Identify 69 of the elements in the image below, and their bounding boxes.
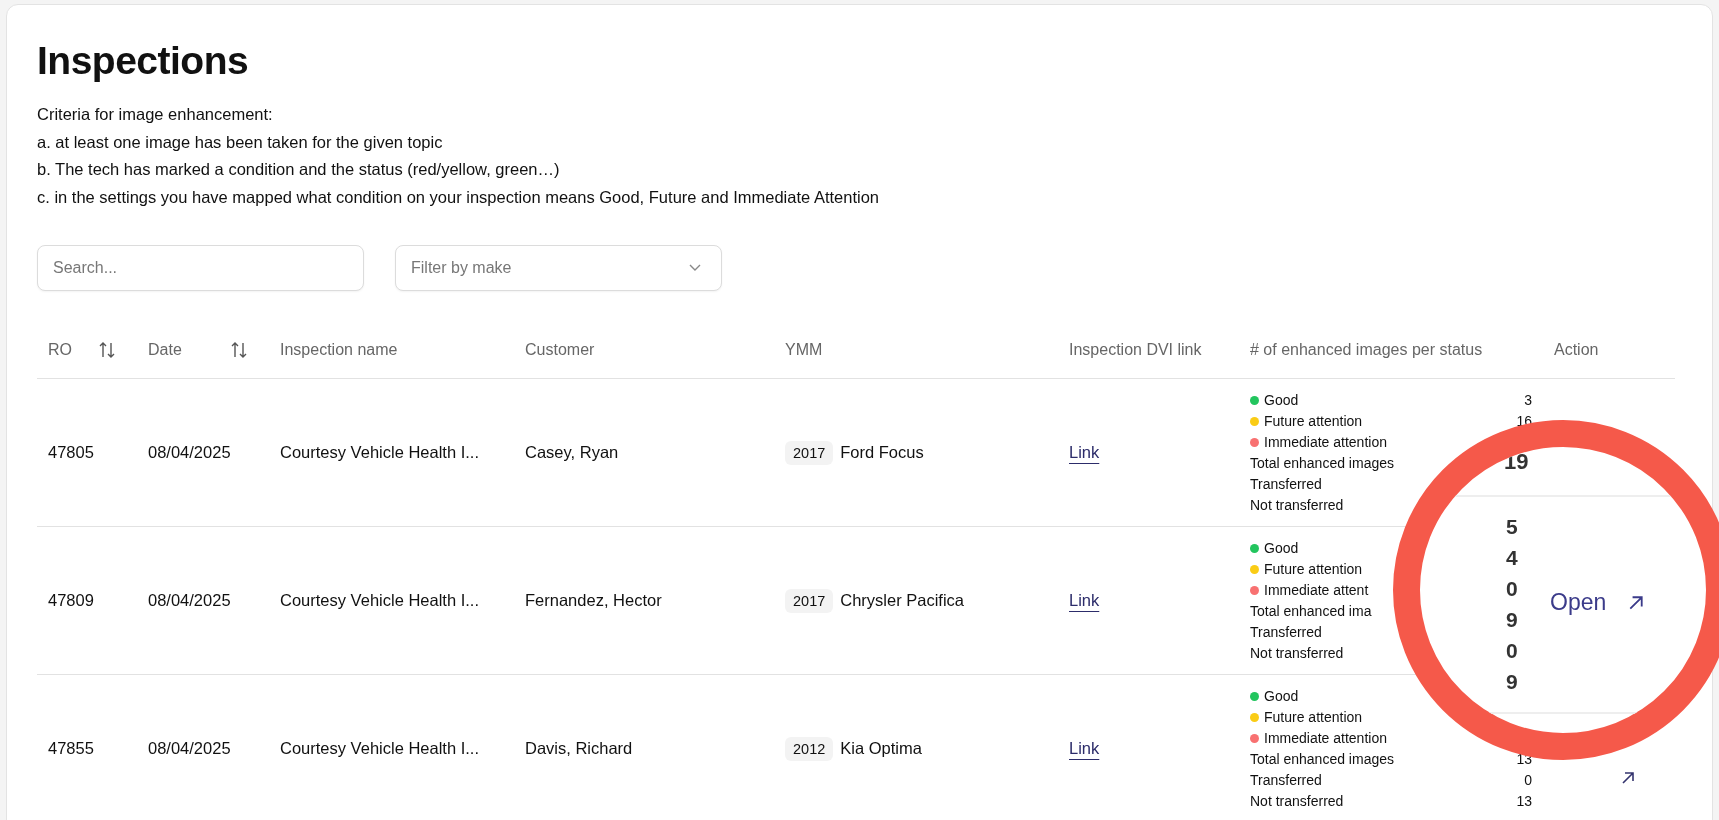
- magnified-count: 0: [1506, 638, 1518, 664]
- table-cell: 47809: [48, 591, 94, 609]
- column-header: RO: [48, 340, 72, 359]
- open-link[interactable]: Open: [1550, 589, 1645, 616]
- column-header: Date: [148, 340, 182, 359]
- column-header: # of enhanced images per status: [1250, 340, 1483, 359]
- magnified-count: 0: [1506, 576, 1518, 602]
- table-cell: 47855: [48, 739, 94, 757]
- year-badge: 2012: [785, 736, 834, 761]
- table-cell: Courtesy Vehicle Health I...: [280, 739, 479, 757]
- status-label: Immediate attent: [1264, 580, 1369, 600]
- magnified-count: 5: [1506, 514, 1518, 540]
- magnified-count: 9: [1506, 669, 1518, 695]
- dvi-link[interactable]: Link: [1069, 739, 1100, 757]
- status-label: Good: [1264, 538, 1299, 558]
- status-label: Good: [1264, 390, 1299, 410]
- page-title: Inspections: [37, 38, 250, 84]
- status-count: 13: [1516, 791, 1532, 811]
- criteria-text: c. in the settings you have mapped what condition on your inspection means Good, Future and Immediate Attention: [37, 186, 880, 208]
- search-field[interactable]: Search...: [37, 245, 364, 291]
- status-label: Total enhanced images: [1250, 749, 1394, 769]
- table-cell: Fernandez, Hector: [525, 591, 662, 609]
- status-label: Future attention: [1264, 707, 1363, 727]
- arrow-up-right-icon: [1628, 594, 1645, 611]
- status-count: 0: [1524, 770, 1532, 790]
- table-cell: Chrysler Pacifica: [840, 591, 965, 610]
- magnified-count: 4: [1506, 545, 1518, 571]
- year-badge: 2017: [785, 440, 834, 465]
- table-cell: 08/04/2025: [148, 591, 231, 609]
- dvi-link[interactable]: Link: [1069, 591, 1100, 609]
- table-cell: Davis, Richard: [525, 739, 633, 757]
- status-label: Total enhanced images: [1250, 453, 1394, 473]
- sort-icon[interactable]: [98, 340, 116, 359]
- status-label: Future attention: [1264, 411, 1363, 431]
- table-cell: Courtesy Vehicle Health I...: [280, 443, 479, 461]
- criteria-text: b. The tech has marked a condition and the status (red/yellow, green…): [37, 159, 561, 180]
- status-label: Total enhanced ima: [1250, 601, 1372, 621]
- column-header: Action: [1554, 340, 1599, 359]
- criteria-text: a. at least one image has been taken for the given topic: [37, 131, 444, 153]
- status-label: Transferred: [1250, 622, 1322, 642]
- table-cell: 47805: [48, 443, 94, 461]
- table-cell: Courtesy Vehicle Health I...: [280, 591, 479, 609]
- table-cell: Kia Optima: [840, 739, 922, 758]
- column-header: YMM: [785, 340, 823, 359]
- status-label: Not transferred: [1250, 791, 1344, 811]
- status-label: Transferred: [1250, 770, 1322, 790]
- column-header: Inspection DVI link: [1069, 340, 1202, 359]
- dvi-link[interactable]: Link: [1069, 443, 1100, 461]
- magnified-count: 9: [1506, 607, 1518, 633]
- arrow-up-right-icon[interactable]: [1621, 770, 1635, 785]
- sort-icon[interactable]: [230, 340, 248, 359]
- status-count: 3: [1524, 390, 1532, 410]
- criteria-text: Criteria for image enhancement:: [37, 104, 274, 125]
- make-dropdown[interactable]: Filter by make: [395, 245, 722, 291]
- table-cell: Ford Focus: [840, 443, 924, 462]
- column-header: Inspection name: [280, 340, 398, 359]
- status-label: Transferred: [1250, 474, 1322, 494]
- status-label: Not transferred: [1250, 495, 1344, 515]
- table-cell: 08/04/2025: [148, 739, 231, 757]
- year-badge: 2017: [785, 588, 834, 613]
- chevron-down-icon: [689, 264, 701, 272]
- status-label: Good: [1264, 686, 1299, 706]
- column-header: Customer: [525, 340, 595, 359]
- status-label: Immediate attention: [1264, 728, 1387, 748]
- status-label: Future attention: [1264, 559, 1363, 579]
- status-label: Not transferred: [1250, 643, 1344, 663]
- status-label: Immediate attention: [1264, 432, 1387, 452]
- table-cell: Casey, Ryan: [525, 443, 619, 461]
- table-cell: 08/04/2025: [148, 443, 231, 461]
